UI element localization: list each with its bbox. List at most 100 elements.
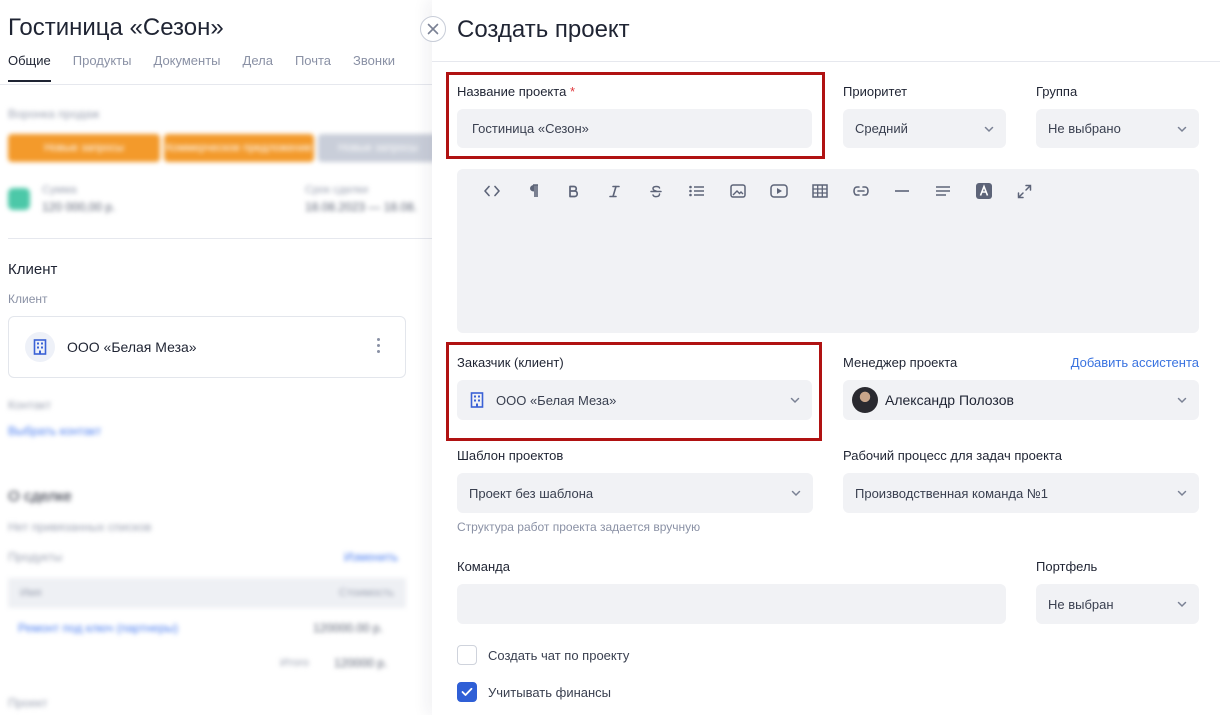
horizontal-rule-icon[interactable] bbox=[881, 181, 922, 201]
section-divider bbox=[8, 238, 432, 239]
stage-item[interactable]: Новые запросы bbox=[8, 134, 160, 162]
product-cost: 120000.00 р. bbox=[313, 621, 384, 635]
workflow-select[interactable]: Производственная команда №1 bbox=[843, 473, 1199, 513]
portfolio-label: Портфель bbox=[1036, 559, 1098, 574]
client-card[interactable]: ООО «Белая Меза» bbox=[8, 316, 406, 378]
chevron-down-icon bbox=[984, 126, 994, 132]
chevron-down-icon bbox=[1177, 397, 1187, 404]
portfolio-select[interactable]: Не выбран bbox=[1036, 584, 1199, 624]
tabs-divider bbox=[0, 84, 432, 85]
create-chat-checkbox[interactable] bbox=[457, 645, 477, 665]
deadline-label: Срок сделки bbox=[305, 184, 369, 196]
col-name: Имя bbox=[20, 587, 42, 599]
highlight-frame bbox=[446, 342, 822, 441]
chevron-down-icon bbox=[1177, 126, 1187, 132]
deadline-value: 18.08.2023 — 18.08. bbox=[305, 200, 418, 214]
portfolio-value: Не выбран bbox=[1048, 596, 1114, 612]
sum-block: Сумма 120 000,00 р. bbox=[8, 184, 115, 214]
team-input[interactable] bbox=[457, 584, 1006, 624]
tab-documents[interactable]: Документы bbox=[154, 53, 221, 82]
manager-label: Менеджер проекта bbox=[843, 355, 958, 370]
building-icon bbox=[25, 332, 55, 362]
description-editor[interactable] bbox=[457, 169, 1199, 333]
expand-icon[interactable] bbox=[1004, 181, 1045, 201]
group-label: Группа bbox=[1036, 84, 1078, 99]
tab-tasks[interactable]: Дела bbox=[243, 53, 273, 82]
client-name[interactable]: ООО «Белая Меза» bbox=[67, 339, 197, 355]
add-assistant-link[interactable]: Добавить ассистента bbox=[1071, 355, 1199, 370]
manager-select[interactable]: Александр Полозов bbox=[843, 380, 1199, 420]
funnel-label: Воронка продаж bbox=[8, 107, 100, 121]
client-section-title: Клиент bbox=[8, 261, 58, 278]
contact-label: Контакт bbox=[8, 398, 52, 412]
strikethrough-icon[interactable] bbox=[635, 181, 676, 201]
deadline-block: Срок сделки 18.08.2023 — 18.08. bbox=[305, 184, 417, 214]
bullet-list-icon[interactable] bbox=[676, 181, 717, 201]
deal-tabs: Общие Продукты Документы Дела Почта Звон… bbox=[8, 53, 395, 82]
more-options-icon[interactable] bbox=[377, 338, 381, 353]
bold-icon[interactable] bbox=[553, 181, 594, 201]
template-hint: Структура работ проекта задается вручную bbox=[457, 520, 701, 534]
group-select[interactable]: Не выбрано bbox=[1036, 109, 1199, 148]
stage-bar: Новые запросы Коммерческое предложение Н… bbox=[8, 134, 432, 162]
stage-item[interactable]: Новые запросы bbox=[318, 134, 432, 162]
code-icon[interactable] bbox=[471, 181, 512, 201]
create-chat-option[interactable]: Создать чат по проекту bbox=[457, 645, 629, 665]
close-icon bbox=[427, 23, 439, 35]
priority-select[interactable]: Средний bbox=[843, 109, 1006, 148]
check-icon bbox=[461, 687, 473, 696]
tab-mail[interactable]: Почта bbox=[295, 53, 331, 82]
italic-icon[interactable] bbox=[594, 181, 635, 201]
table-icon[interactable] bbox=[799, 181, 840, 201]
tab-products[interactable]: Продукты bbox=[73, 53, 132, 82]
money-icon bbox=[8, 188, 30, 210]
finance-option[interactable]: Учитывать финансы bbox=[457, 682, 611, 702]
manager-value: Александр Полозов bbox=[885, 392, 1014, 408]
template-value: Проект без шаблона bbox=[469, 485, 594, 501]
team-label: Команда bbox=[457, 559, 510, 574]
finance-label: Учитывать финансы bbox=[488, 684, 612, 700]
workflow-value: Производственная команда №1 bbox=[855, 485, 1049, 501]
create-chat-label: Создать чат по проекту bbox=[488, 647, 630, 663]
tab-calls[interactable]: Звонки bbox=[353, 53, 395, 82]
stage-item[interactable]: Коммерческое предложение bbox=[164, 134, 314, 162]
align-icon[interactable] bbox=[922, 181, 963, 201]
tab-general[interactable]: Общие bbox=[8, 53, 51, 82]
panel-title: Создать проект bbox=[457, 16, 630, 43]
finance-checkbox[interactable] bbox=[457, 682, 477, 702]
client-label: Клиент bbox=[8, 292, 48, 306]
chevron-down-icon bbox=[1177, 601, 1187, 608]
paragraph-icon[interactable] bbox=[512, 181, 553, 201]
template-select[interactable]: Проект без шаблона bbox=[457, 473, 813, 513]
about-section-title: О сделке bbox=[8, 488, 72, 505]
image-icon[interactable] bbox=[717, 181, 758, 201]
link-icon[interactable] bbox=[840, 181, 881, 201]
editor-toolbar bbox=[471, 181, 1045, 201]
select-contact-link[interactable]: Выбрать контакт bbox=[8, 424, 101, 438]
highlight-frame bbox=[446, 72, 825, 159]
panel-header-divider bbox=[432, 61, 1220, 62]
group-value: Не выбрано bbox=[1048, 121, 1121, 136]
products-table-header: Имя Стоимость bbox=[8, 578, 406, 608]
template-label: Шаблон проектов bbox=[457, 448, 564, 463]
close-button[interactable] bbox=[420, 16, 446, 42]
total-value: 120000 р. bbox=[334, 656, 388, 670]
no-lists-text: Нет привязанных списков bbox=[8, 520, 152, 534]
more-label: Проект bbox=[8, 696, 48, 710]
sum-label: Сумма bbox=[42, 184, 77, 196]
chevron-down-icon bbox=[791, 490, 801, 497]
create-project-panel: Создать проект Название проекта * Гостин… bbox=[432, 0, 1220, 715]
product-name[interactable]: Ремонт под ключ (партнеры) bbox=[18, 621, 178, 635]
col-cost: Стоимость bbox=[338, 587, 394, 599]
avatar bbox=[852, 387, 878, 413]
edit-link[interactable]: Изменить bbox=[344, 550, 398, 564]
workflow-label: Рабочий процесс для задач проекта bbox=[843, 448, 1062, 463]
products-label: Продукты bbox=[8, 550, 63, 564]
deal-card: Гостиница «Сезон» Общие Продукты Докумен… bbox=[0, 0, 432, 715]
priority-label: Приоритет bbox=[843, 84, 908, 99]
chevron-down-icon bbox=[1177, 490, 1187, 497]
deal-title: Гостиница «Сезон» bbox=[8, 14, 224, 41]
total-label: Итого bbox=[280, 657, 309, 669]
text-color-icon[interactable] bbox=[963, 181, 1004, 201]
video-icon[interactable] bbox=[758, 181, 799, 201]
